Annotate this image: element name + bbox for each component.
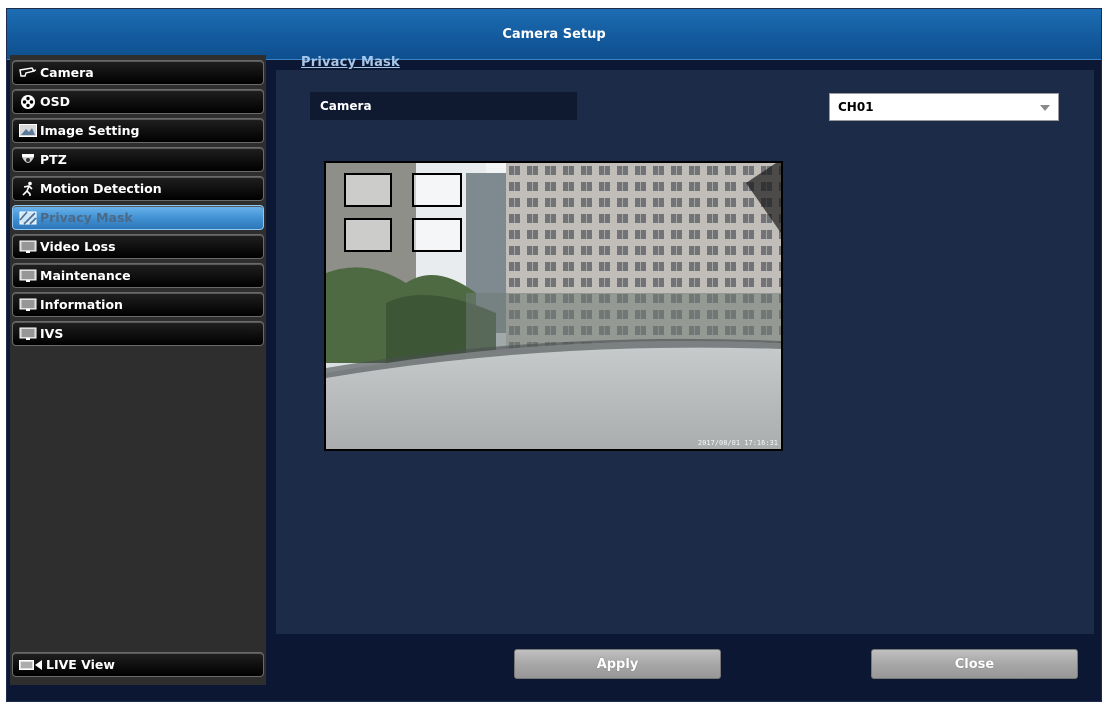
camera-icon <box>19 66 37 80</box>
sidebar-item-label: Video Loss <box>40 239 116 254</box>
sidebar-item-label: IVS <box>40 326 64 341</box>
sidebar-item-label: OSD <box>40 94 71 109</box>
camera-preview[interactable]: 2017/08/01 17:16:31 <box>324 161 783 451</box>
sidebar-item-ivs[interactable]: IVS <box>12 321 264 346</box>
sidebar-item-maintenance[interactable]: Maintenance <box>12 263 264 288</box>
sidebar-item-information[interactable]: Information <box>12 292 264 317</box>
sidebar-item-label: Motion Detection <box>40 181 162 196</box>
sidebar-item-label: Privacy Mask <box>40 210 133 225</box>
sidebar-item-camera[interactable]: Camera <box>12 60 264 85</box>
sidebar-item-privacy-mask[interactable]: Privacy Mask <box>12 205 264 230</box>
live-view-label: LIVE View <box>46 657 115 672</box>
osd-icon <box>19 94 37 109</box>
chevron-down-icon <box>1040 105 1050 111</box>
live-view-icon <box>19 658 43 672</box>
sidebar-item-label: PTZ <box>40 152 67 167</box>
sidebar-item-osd[interactable]: OSD <box>12 89 264 114</box>
sidebar-item-motion-detection[interactable]: Motion Detection <box>12 176 264 201</box>
sidebar-item-label: Image Setting <box>40 123 140 138</box>
camera-select[interactable]: CH01 <box>829 93 1059 121</box>
section-title: Privacy Mask <box>301 55 400 70</box>
preview-image <box>326 163 781 449</box>
monitor-icon <box>19 298 37 312</box>
title-bar: Camera Setup <box>7 9 1101 60</box>
sidebar-item-video-loss[interactable]: Video Loss <box>12 234 264 259</box>
privacy-mask-region[interactable] <box>412 173 462 207</box>
camera-label: Camera <box>310 92 577 120</box>
sidebar-item-label: Information <box>40 297 123 312</box>
monitor-icon <box>19 269 37 283</box>
close-button[interactable]: Close <box>871 649 1078 679</box>
sidebar-item-label: Camera <box>40 65 94 80</box>
sidebar-item-label: Maintenance <box>40 268 131 283</box>
image-icon <box>19 124 37 138</box>
ptz-dome-icon <box>19 153 37 167</box>
privacy-mask-icon <box>19 210 37 225</box>
monitor-icon <box>19 327 37 341</box>
privacy-mask-region[interactable] <box>412 218 462 252</box>
privacy-mask-region[interactable] <box>344 173 392 207</box>
sidebar-item-image-setting[interactable]: Image Setting <box>12 118 264 143</box>
window-title: Camera Setup <box>502 26 606 42</box>
monitor-icon <box>19 240 37 254</box>
sidebar-item-ptz[interactable]: PTZ <box>12 147 264 172</box>
apply-button[interactable]: Apply <box>514 649 721 679</box>
preview-timestamp: 2017/08/01 17:16:31 <box>697 439 778 447</box>
live-view-button[interactable]: LIVE View <box>12 652 264 677</box>
sidebar: Camera OSD Image Setting PTZ Motion Dete… <box>10 55 266 685</box>
running-man-icon <box>19 181 37 196</box>
camera-select-value: CH01 <box>838 100 874 114</box>
privacy-mask-region[interactable] <box>344 218 392 252</box>
